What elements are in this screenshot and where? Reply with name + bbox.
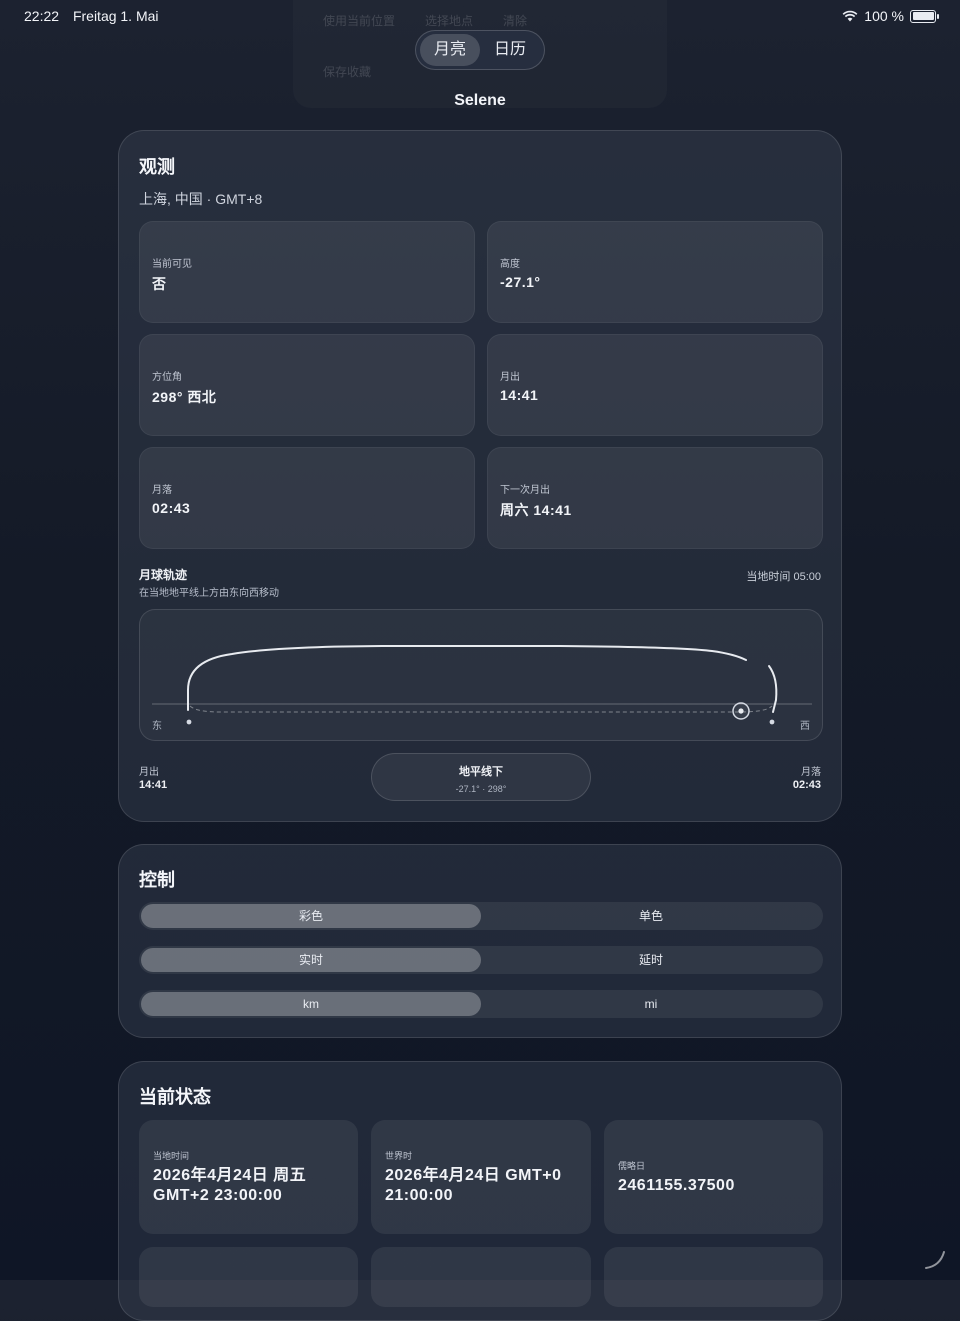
moonrise-caption: 月出 [139,767,159,778]
tile-value: 02:43 [152,500,191,516]
ghost-item-save-favorite: 保存收藏 [323,65,372,79]
tile-partial [371,1247,591,1307]
tile-label: 高度 [500,259,520,270]
moonset-caption: 月落 [801,767,821,778]
status-card: 当前状态 当地时间 2026年4月24日 周五 GMT+2 23:00:00 世… [118,1061,842,1321]
east-label: 东 [152,719,162,732]
tile-partial [139,1247,358,1307]
tile-label: 月落 [152,485,172,496]
unit-toggle: km mi [139,990,823,1018]
tile-visible: 当前可见 否 [139,221,475,323]
moonrise-dot [186,719,192,725]
option-mono[interactable]: 单色 [481,904,821,928]
track-subtitle: 在当地地平线上方由东向西移动 [139,588,279,599]
horizon-status-detail: -27.1° · 298° [455,784,507,794]
tab-moon[interactable]: 月亮 [420,34,480,66]
status-time: 22:22 [24,8,60,24]
horizon-status-title: 地平线下 [459,766,503,778]
tile-value-line2: 21:00:00 [385,1187,454,1204]
below-horizon-path [189,705,773,713]
tile-value: -27.1° [500,274,541,290]
tile-value: 298° 西北 [152,389,217,405]
tile-label: 儒略日 [618,1161,646,1171]
moon-track-graph: 东 西 [139,609,823,741]
tile-value-line1: 2026年4月24日 GMT+0 [385,1167,562,1184]
moonrise-time: 14:41 [139,779,168,791]
option-timelapse[interactable]: 延时 [481,948,821,972]
ghost-item-clear: 清除 [503,14,528,28]
time-mode-toggle: 实时 延时 [139,946,823,974]
observation-title: 观测 [139,157,175,177]
ghost-item-choose-place: 选择地点 [425,14,474,28]
controls-title: 控制 [139,870,175,890]
tile-label: 下一次月出 [500,485,550,496]
tile-moonset: 月落 02:43 [139,447,475,549]
tile-moonrise: 月出 14:41 [487,334,823,436]
tile-partial [604,1247,823,1307]
app-title: Selene [454,92,506,109]
tile-local-time: 当地时间 2026年4月24日 周五 GMT+2 23:00:00 [139,1120,358,1234]
color-mode-toggle: 彩色 单色 [139,902,823,930]
track-local-time: 当地时间 05:00 [746,571,821,583]
view-switcher: 月亮 日历 [415,30,545,70]
tile-label: 当前可见 [152,259,192,270]
tile-label: 方位角 [152,372,182,383]
ghost-item-current-location: 使用当前位置 [323,14,396,28]
moonset-time: 02:43 [792,779,821,791]
option-color[interactable]: 彩色 [141,904,481,928]
option-km[interactable]: km [141,992,481,1016]
tile-azimuth: 方位角 298° 西北 [139,334,475,436]
moon-arc-path [187,645,747,711]
tile-value: 2461155.37500 [618,1177,735,1194]
track-title: 月球轨迹 [139,568,188,582]
option-mi[interactable]: mi [481,992,821,1016]
current-moon-marker-core [738,708,744,714]
tile-label: 当地时间 [153,1151,190,1161]
tile-label: 月出 [500,372,520,383]
tile-value: 周六 14:41 [500,502,572,518]
status-date: Freitag 1. Mai [72,8,159,24]
tile-altitude: 高度 -27.1° [487,221,823,323]
status-title: 当前状态 [139,1087,211,1107]
wifi-icon [842,10,858,22]
moon-track-svg: 东 西 [152,645,812,732]
tile-universal-time: 世界时 2026年4月24日 GMT+0 21:00:00 [371,1120,591,1234]
battery-icon [910,9,939,23]
tile-value: 否 [152,276,167,292]
controls-card: 控制 彩色 单色 实时 延时 km mi [118,844,842,1038]
tile-next-moonrise: 下一次月出 周六 14:41 [487,447,823,549]
option-realtime[interactable]: 实时 [141,948,481,972]
battery-percent: 100 % [864,8,904,24]
tab-calendar[interactable]: 日历 [480,34,540,66]
tile-value-line2: GMT+2 23:00:00 [153,1187,283,1204]
moonset-dot [769,719,775,725]
location-label[interactable]: 上海, 中国 · GMT+8 [139,189,262,209]
tile-value-line1: 2026年4月24日 周五 [153,1167,307,1184]
horizon-status-pill: 地平线下 -27.1° · 298° [371,753,591,801]
tile-julian-day: 儒略日 2461155.37500 [604,1120,823,1234]
moon-arc-end [768,665,778,713]
tile-value: 14:41 [500,387,539,403]
west-label: 西 [800,721,810,732]
resize-handle-icon[interactable] [922,1246,948,1272]
observation-card: 观测 上海, 中国 · GMT+8 当前可见 否 高度 -27.1° 方位角 2… [118,130,842,822]
tile-label: 世界时 [385,1151,413,1161]
